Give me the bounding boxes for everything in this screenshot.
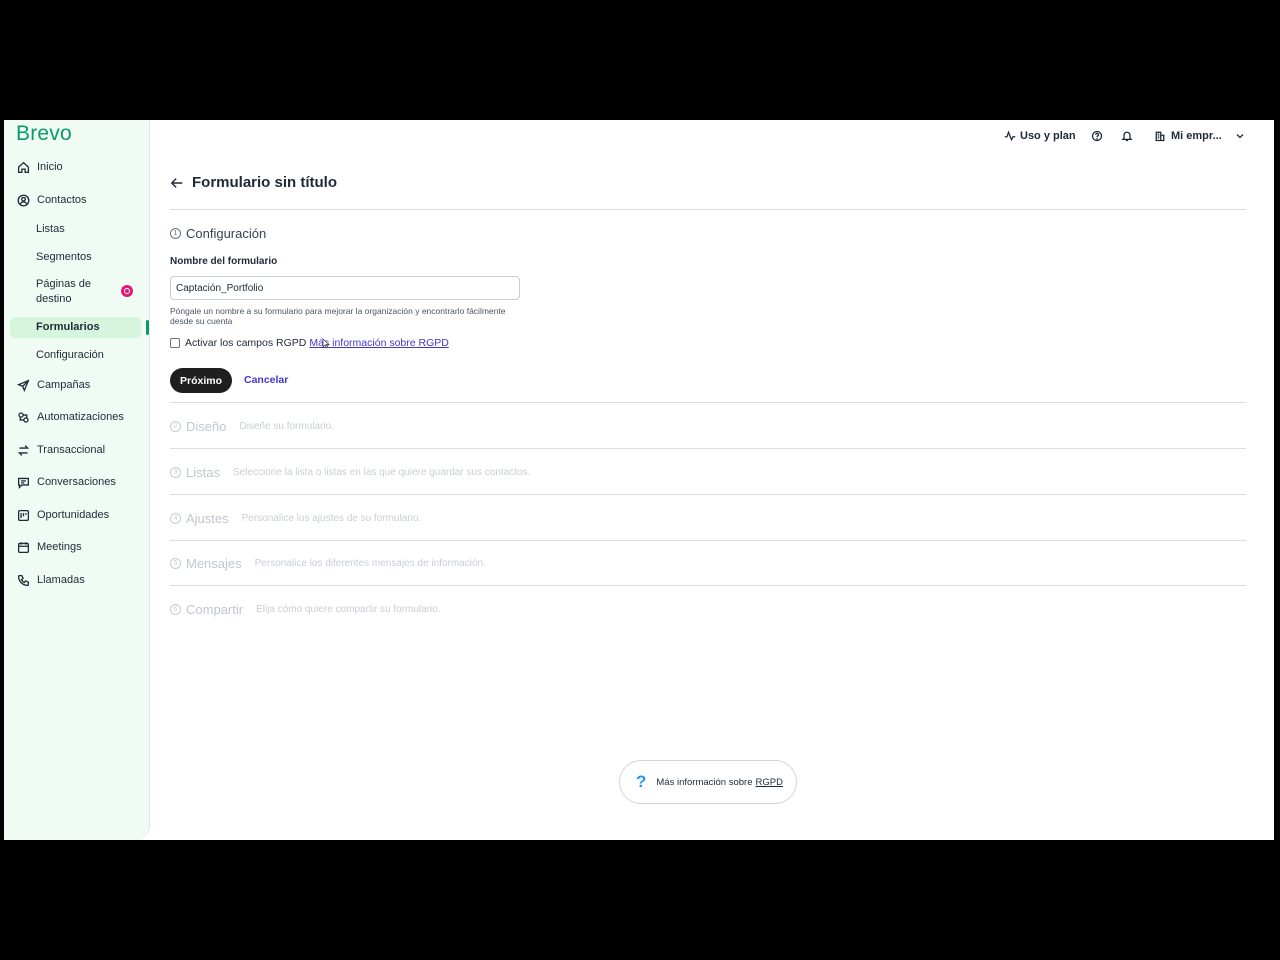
sidebar-item-automatizaciones[interactable]: Automatizaciones [4,410,150,424]
active-item-indicator [146,320,149,335]
sidebar-subitem-paginas-destino[interactable]: Páginas de destino [36,277,98,307]
step-title: Diseño [186,419,227,434]
question-icon: ? [636,772,647,791]
rgpd-label: Activar los campos RGPD [185,337,307,349]
company-label: Mi empr... [1171,130,1222,142]
sidebar: Brevo Inicio Contactos Listas Segmentos … [4,120,150,840]
step-mensajes[interactable]: 5 Mensajes Personalice los diferentes me… [170,556,486,571]
sidebar-item-meetings[interactable]: Meetings [4,540,150,554]
step-ajustes[interactable]: 4 Ajustes Personalice los ajustes de su … [170,511,421,526]
divider [170,540,1246,541]
help-pill-text: Más información sobre [656,776,753,788]
sidebar-subitem-listas[interactable]: Listas [36,222,65,237]
step-title: Listas [186,465,220,480]
sidebar-item-label: Llamadas [37,574,85,586]
step-number: 4 [170,513,181,524]
app-window: Brevo Inicio Contactos Listas Segmentos … [4,120,1274,840]
sidebar-item-oportunidades[interactable]: Oportunidades [4,508,150,522]
sidebar-subitem-segmentos[interactable]: Segmentos [36,250,92,265]
sidebar-item-label: Oportunidades [37,509,110,521]
sidebar-item-llamadas[interactable]: Llamadas [4,573,150,587]
sidebar-item-conversaciones[interactable]: Conversaciones [4,475,150,489]
brevo-logo[interactable]: Brevo [16,122,72,146]
sidebar-item-label: Meetings [37,541,82,553]
step-configuracion: 1 Configuración [170,226,279,241]
divider [170,448,1246,449]
step-number: 5 [170,558,181,569]
usage-plan-button[interactable]: Uso y plan [1004,130,1076,142]
step-description: Diseñe su formulario. [239,421,334,432]
notifications-button[interactable] [1121,130,1133,142]
contacts-icon [16,193,30,207]
sidebar-item-contactos[interactable]: Contactos [4,193,150,207]
building-icon [1155,131,1165,142]
divider [170,585,1246,586]
mouse-cursor-icon [322,338,330,349]
sidebar-item-label: Conversaciones [37,476,116,488]
step-description: Personalice los diferentes mensajes de i… [254,558,486,569]
step-number: 3 [170,467,181,478]
calendar-icon [16,540,30,554]
step-listas[interactable]: 3 Listas Seleccione la lista o listas en… [170,465,530,480]
sidebar-item-inicio[interactable]: Inicio [4,160,150,174]
step-number: 1 [170,228,181,239]
help-pill-link[interactable]: RGPD [756,777,783,788]
home-icon [16,160,30,174]
step-description: Seleccione la lista o listas en las que … [232,467,531,478]
form-name-label: Nombre del formulario [170,256,278,267]
send-icon [16,378,30,392]
automation-icon [16,410,30,424]
sidebar-item-label: Contactos [37,194,87,206]
form-name-helper: Póngale un nombre a su formulario para m… [170,306,506,326]
phone-icon [16,573,30,587]
sidebar-item-label: Campañas [37,379,91,391]
divider [170,209,1246,210]
step-diseno[interactable]: 2 Diseño Diseñe su formulario. [170,419,334,434]
step-number: 2 [170,421,181,432]
new-badge-icon [121,285,133,297]
step-title: Ajustes [186,511,229,526]
sidebar-item-transaccional[interactable]: Transaccional [4,443,150,457]
bell-icon [1121,131,1133,142]
cancel-button[interactable]: Cancelar [244,374,288,386]
chevron-down-icon [1236,134,1244,139]
sidebar-item-label: Automatizaciones [37,411,124,423]
page-title: Formulario sin título [192,174,337,191]
sidebar-item-campanas[interactable]: Campañas [4,378,150,392]
sidebar-item-label: Inicio [37,161,63,173]
help-circle-icon [1091,130,1103,142]
sidebar-subitem-configuracion[interactable]: Configuración [36,348,104,363]
rgpd-row: Activar los campos RGPD Más información … [170,337,449,349]
step-compartir[interactable]: 6 Compartir Elija cómo quiere compartir … [170,602,441,617]
company-menu-button[interactable]: Mi empr... [1154,130,1246,142]
divider [170,494,1246,495]
page-header: Formulario sin título [170,174,337,191]
deals-icon [16,508,30,522]
top-bar: Uso y plan Mi empr... [150,120,1274,154]
next-button[interactable]: Próximo [170,368,233,393]
form-name-input[interactable] [170,276,520,300]
step-title: Compartir [186,602,244,617]
sidebar-subitem-formularios[interactable]: Formularios [36,320,100,335]
step-title: Mensajes [186,556,242,571]
activity-icon [1004,130,1016,142]
rgpd-help-pill[interactable]: ? Más información sobre RGPD [619,760,797,804]
usage-plan-label: Uso y plan [1020,130,1076,142]
step-title: Configuración [186,226,267,241]
transactional-icon [16,443,30,457]
step-description: Personalice los ajustes de su formulario… [241,513,422,524]
sidebar-item-label: Transaccional [37,444,106,456]
step-number: 6 [170,604,181,615]
step-description: Elija cómo quiere compartir su formulari… [256,604,441,615]
back-arrow-icon[interactable] [170,176,184,190]
divider [170,402,1246,403]
chat-icon [16,475,30,489]
rgpd-checkbox[interactable] [170,338,180,348]
help-button[interactable] [1091,130,1103,142]
rgpd-info-link[interactable]: Más información sobre RGPD [309,337,448,349]
